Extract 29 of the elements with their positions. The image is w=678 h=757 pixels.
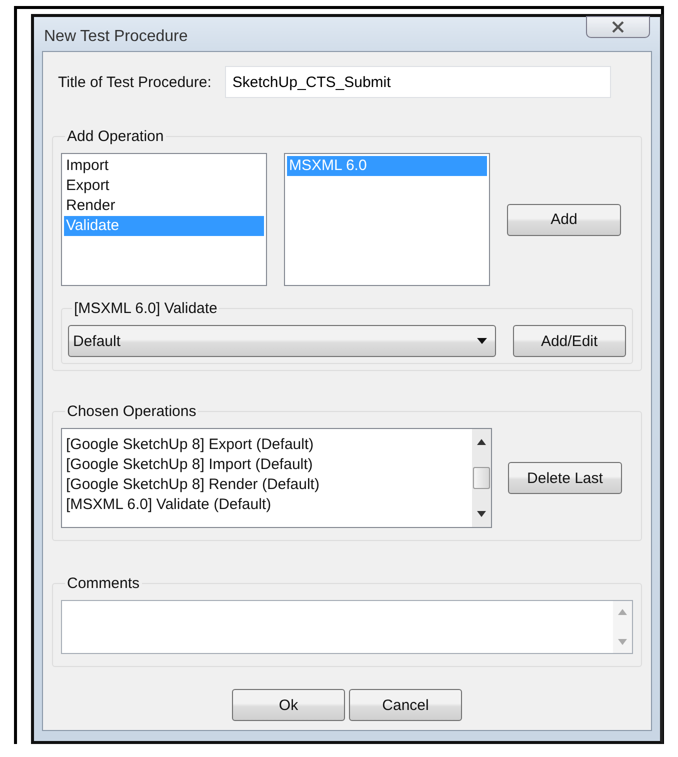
dialog-button[interactable]: Ok — [232, 689, 345, 721]
chosen-operation-item[interactable]: [Google SketchUp 8] Export (Default) — [66, 435, 472, 455]
comments-field[interactable] — [61, 600, 633, 654]
title-label: Title of Test Procedure: — [58, 74, 212, 90]
title-field[interactable]: SketchUp_CTS_Submit — [225, 66, 612, 98]
scrollbar[interactable] — [472, 429, 491, 527]
group-label: Add Operation — [65, 127, 166, 147]
add-edit-button[interactable]: Add/Edit — [512, 325, 626, 357]
dropdown-arrow-icon — [476, 338, 487, 344]
add-button[interactable]: Add — [507, 204, 621, 236]
window-title: New Test Procedure — [44, 28, 188, 46]
chosen-operation-item[interactable]: [MSXML 6.0] Validate (Default) — [66, 495, 472, 515]
operation-item[interactable]: Import — [64, 156, 264, 176]
group-label: Chosen Operations — [65, 402, 198, 422]
settings-dropdown[interactable]: Default — [68, 325, 496, 357]
operation-item[interactable]: Render — [64, 196, 264, 216]
close-button[interactable] — [586, 16, 650, 38]
close-icon — [611, 21, 625, 33]
scroll-up-icon — [618, 609, 627, 615]
operation-item[interactable]: Export — [64, 176, 264, 196]
chosen-operation-item[interactable]: [Google SketchUp 8] Import (Default) — [66, 455, 472, 475]
chosen-operation-item[interactable]: [Google SketchUp 8] Render (Default) — [66, 475, 472, 495]
scroll-down-icon — [618, 639, 627, 645]
group-label: [MSXML 6.0] Validate — [72, 299, 220, 319]
delete-last-button[interactable]: Delete Last — [508, 462, 622, 494]
scroll-up-icon — [477, 439, 486, 445]
scroll-down-icon — [477, 511, 486, 517]
scroll-thumb[interactable] — [473, 467, 490, 489]
dialog-button[interactable]: Cancel — [349, 689, 462, 721]
